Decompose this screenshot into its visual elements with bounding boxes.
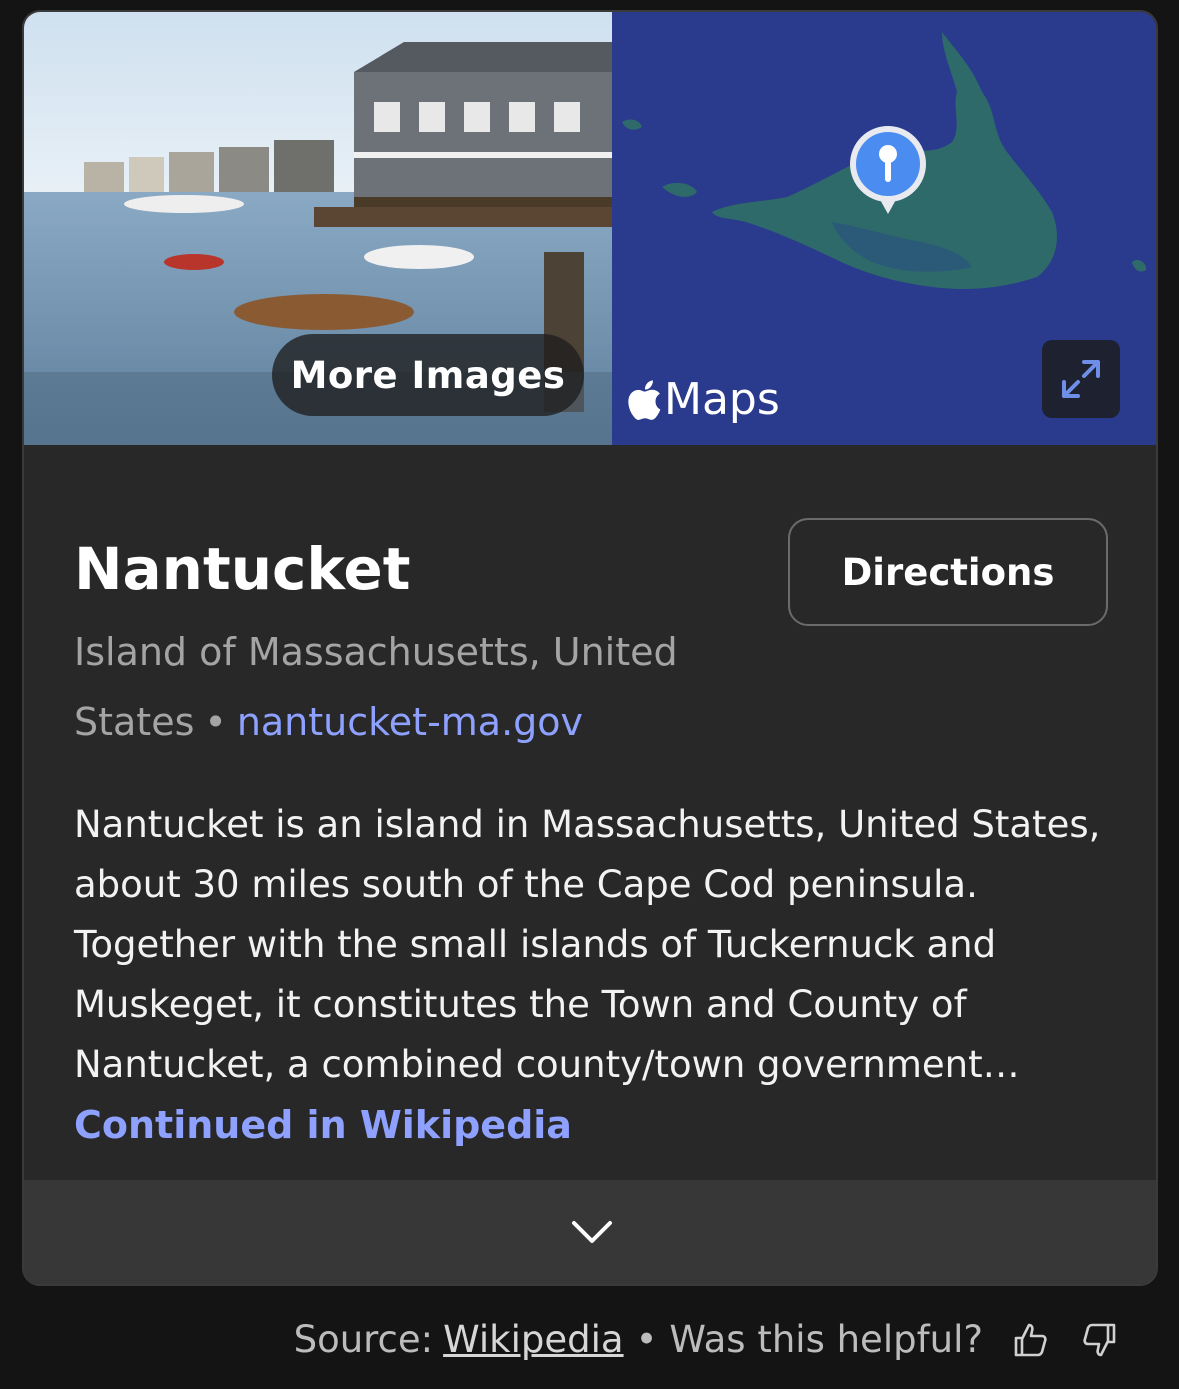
- map-pin-icon: [850, 126, 926, 214]
- separator-dot: •: [204, 700, 227, 744]
- maps-label: Maps: [664, 374, 780, 425]
- thumbs-down-button[interactable]: [1079, 1320, 1119, 1360]
- thumbs-up-button[interactable]: [1011, 1320, 1051, 1360]
- thumbs-down-icon: [1083, 1323, 1116, 1356]
- place-title: Nantucket: [74, 535, 411, 603]
- place-description: Nantucket is an island in Massachusetts,…: [74, 803, 1101, 1086]
- helpful-question: Was this helpful?: [669, 1318, 983, 1361]
- source-link[interactable]: Wikipedia: [443, 1318, 623, 1361]
- maps-attribution: Maps: [626, 374, 780, 425]
- website-link[interactable]: nantucket-ma.gov: [237, 700, 583, 744]
- knowledge-card: More Images Maps Nantucket Directions Is…: [22, 10, 1158, 1286]
- wikipedia-link[interactable]: Continued in Wikipedia: [74, 1095, 572, 1155]
- directions-button[interactable]: Directions: [788, 518, 1108, 626]
- chevron-down-icon: [572, 1221, 612, 1243]
- apple-logo-icon: [628, 379, 661, 420]
- thumbs-up-icon: [1014, 1323, 1047, 1356]
- expand-card-button[interactable]: [24, 1180, 1156, 1284]
- map-preview[interactable]: Maps: [612, 12, 1156, 445]
- media-header: More Images Maps: [24, 12, 1156, 445]
- more-images-button[interactable]: More Images: [272, 334, 584, 416]
- source-prefix: Source:: [293, 1318, 434, 1361]
- card-footer: Source: Wikipedia • Was this helpful?: [294, 1318, 1119, 1361]
- place-subtitle: Island of Massachusetts, United States • n…: [74, 617, 754, 757]
- place-photo[interactable]: More Images: [24, 12, 612, 445]
- expand-icon: [1062, 360, 1100, 398]
- separator-dot: •: [635, 1318, 658, 1361]
- expand-map-button[interactable]: [1042, 340, 1120, 418]
